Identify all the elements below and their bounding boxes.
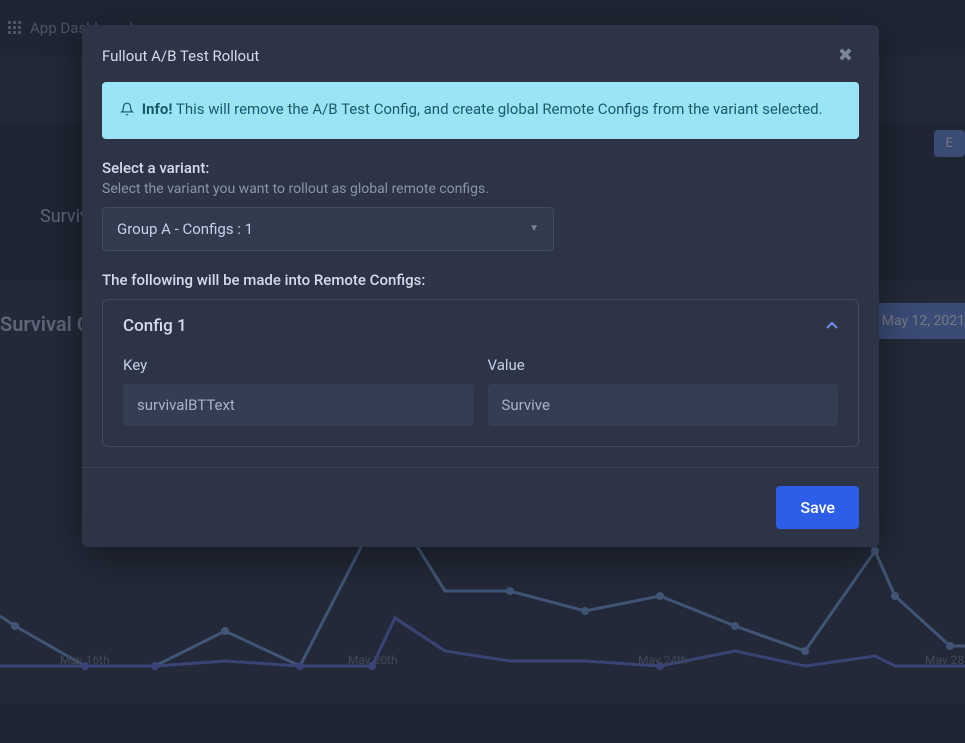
info-label: Info!: [142, 100, 173, 118]
config-body: Key Value: [103, 352, 858, 446]
config-value-col: Value: [488, 356, 839, 426]
variant-select-value: Group A - Configs : 1: [117, 220, 253, 238]
config-card: Config 1 Key Value: [102, 299, 859, 447]
rollout-modal: Fullout A/B Test Rollout ✖ Info! This wi…: [82, 25, 879, 547]
configs-intro-label: The following will be made into Remote C…: [102, 271, 859, 289]
config-key-label: Key: [123, 356, 474, 374]
modal-body: Info! This will remove the A/B Test Conf…: [82, 82, 879, 467]
bell-icon: [120, 100, 134, 123]
modal-header: Fullout A/B Test Rollout ✖: [82, 25, 879, 82]
close-icon[interactable]: ✖: [832, 43, 859, 68]
caret-down-icon: ▼: [529, 223, 539, 234]
config-key-col: Key: [123, 356, 474, 426]
modal-title: Fullout A/B Test Rollout: [102, 47, 259, 65]
save-button[interactable]: Save: [776, 486, 859, 529]
chevron-up-icon: [826, 318, 838, 334]
select-variant-label: Select a variant:: [102, 159, 859, 177]
variant-select[interactable]: Group A - Configs : 1 ▼: [102, 207, 554, 251]
config-key-input[interactable]: [123, 384, 474, 426]
config-value-input[interactable]: [488, 384, 839, 426]
info-text: This will remove the A/B Test Config, an…: [176, 100, 823, 118]
config-accordion-header[interactable]: Config 1: [103, 300, 858, 352]
config-value-label: Value: [488, 356, 839, 374]
config-title: Config 1: [123, 316, 187, 336]
modal-footer: Save: [82, 467, 879, 547]
select-variant-sub: Select the variant you want to rollout a…: [102, 181, 859, 197]
info-alert: Info! This will remove the A/B Test Conf…: [102, 82, 859, 139]
